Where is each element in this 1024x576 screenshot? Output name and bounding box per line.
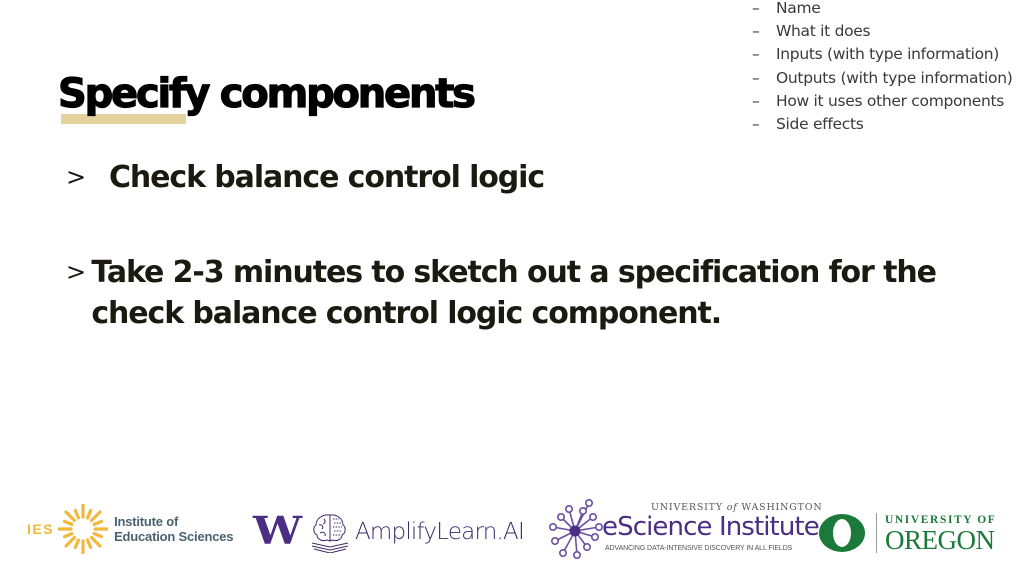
uw-w-mark: W [253,508,302,553]
oregon-line2: OREGON [885,525,995,555]
logo-divider [876,513,877,553]
dash-bullet: – [752,91,760,110]
network-node [564,505,573,514]
dash-bullet: – [752,0,760,17]
sun-ray [92,531,104,539]
sun-ray [86,538,93,550]
network-node [548,522,558,531]
ies-name-line2: Education Sciences [114,529,234,544]
dash-bullet: – [752,68,760,87]
network-node [578,507,587,516]
bullet-text: Check balance control logic [109,160,545,195]
chevron-right-icon: > [66,163,87,191]
bullet-point: > Take 2-3 minutes to sketch out a speci… [66,252,966,334]
spec-item-what-it-does: – What it does [752,22,1012,45]
network-node [559,548,568,557]
bullet-point: > Check balance control logic [66,157,545,198]
network-node [582,542,591,551]
sun-ray [89,510,102,523]
slide: Specify components – Name – What it does –… [0,0,1024,576]
network-node [557,512,566,521]
network-node [572,550,581,559]
ies-name: Institute of Education Sciences [114,514,233,544]
network-node [588,512,597,521]
amplifylearn-logo: AmplifyLearn.AI [308,511,525,553]
spec-item-text: Outputs (with type information) [776,68,1013,87]
ies-abbr: IES [27,521,55,537]
sun-ray [92,519,104,527]
network-node [590,532,599,541]
sun-ray [64,510,77,523]
title-block: Specify components [57,70,477,124]
sun-ray [89,535,102,548]
dash-bullet: – [752,22,760,41]
sun-icon [58,504,109,554]
brain-book-icon [311,514,349,553]
spec-item-text: Inputs (with type information) [776,45,1000,64]
spec-item-side-effects: – Side effects [752,115,1012,138]
spec-item-inputs: – Inputs (with type information) [752,45,1012,68]
spec-checklist: – Name – What it does – Inputs (with type i… [752,0,1013,138]
uw-logo: W [253,512,302,550]
escience-name: eScience Institute [602,512,820,542]
amplifylearn-name: AmplifyLearn.AI [355,519,525,545]
oregon-wordmark: UNIVERSITY OF OREGON [885,513,996,555]
spec-item-name: – Name [752,0,1012,22]
dash-bullet: – [752,114,760,133]
o-logo-icon [819,514,865,552]
bullet-text: Take 2-3 minutes to sketch out a specifi… [91,255,937,331]
chevron-right-icon: > [66,258,87,286]
spec-item-uses-components: – How it uses other components [752,92,1012,115]
sun-ray [63,531,74,539]
sun-ray [64,535,77,548]
spec-item-text: Name [776,0,821,17]
sun-ray [73,538,81,550]
ies-name-line1: Institute of [114,514,179,529]
ies-logo: IES Institute of Education Sciences [27,503,234,555]
spec-item-text: Side effects [776,114,864,133]
spec-item-text: How it uses other components [776,91,1005,110]
oregon-logo: UNIVERSITY OF OREGON [817,512,996,554]
sun-ray [86,508,93,520]
sponsor-logos: IES Institute of Education Sciences W Am… [0,495,1024,565]
spec-item-outputs: – Outputs (with type information) [752,68,1013,92]
slide-title: Specify components [57,70,476,117]
network-node-icon [548,498,603,559]
spec-item-text: What it does [776,22,871,41]
sun-ray [73,508,81,520]
network-node [584,498,593,508]
escience-tagline: ADVANCING DATA-INTENSIVE DISCOVERY IN AL… [605,545,793,552]
dash-bullet: – [752,45,760,64]
sun-ray [63,519,74,527]
escience-logo: UNIVERSITY of WASHINGTON eScience Instit… [547,497,822,561]
network-node [551,536,560,545]
